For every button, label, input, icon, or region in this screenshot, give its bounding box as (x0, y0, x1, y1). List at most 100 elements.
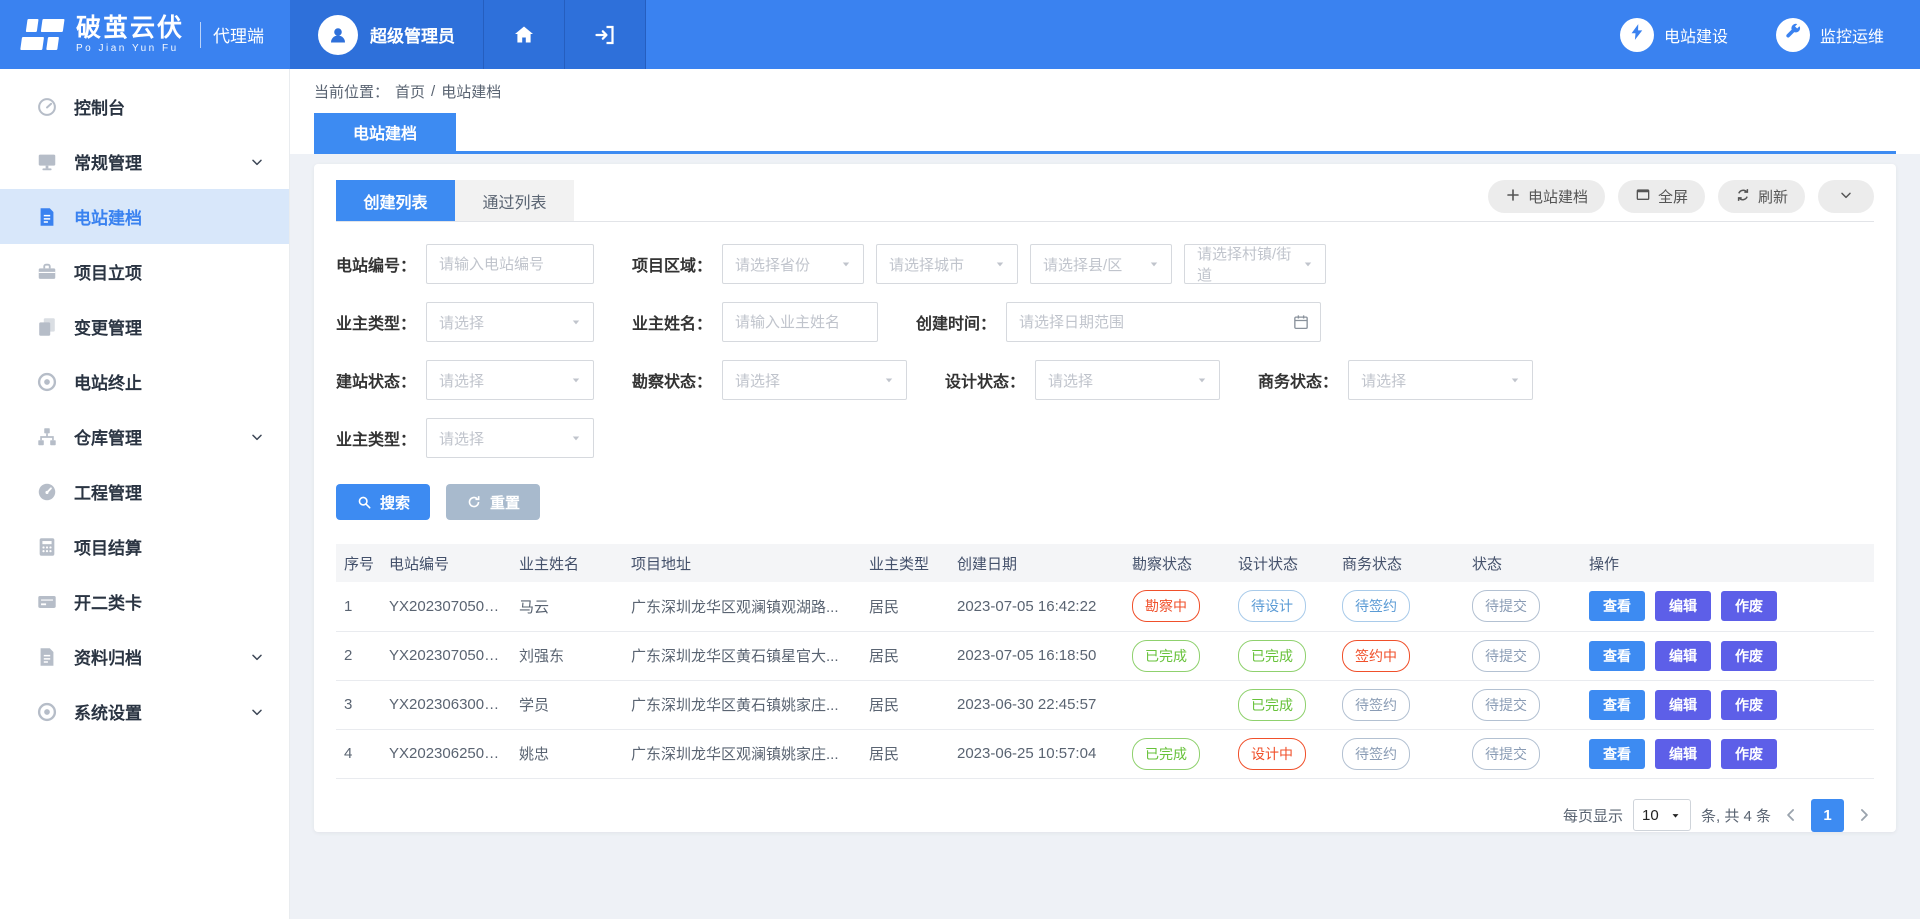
sidebar-item-warehouse-management[interactable]: 仓库管理 (0, 409, 289, 464)
filter-controls: 请选择省份请选择城市请选择县/区请选择村镇/街道 (722, 244, 1326, 284)
view-button[interactable]: 查看 (1589, 739, 1645, 769)
status-pill: 待签约 (1342, 590, 1410, 622)
owner-type-select-2[interactable]: 请选择 (426, 418, 594, 458)
user-section: 超级管理员 (290, 0, 646, 69)
sidebar-item-general-management[interactable]: 常规管理 (0, 134, 289, 189)
cell-owner-name: 刘强东 (511, 631, 623, 680)
column-header: 操作 (1581, 544, 1874, 582)
sidebar-item-station-filing[interactable]: 电站建档 (0, 189, 289, 244)
topnav-monitoring-ops[interactable]: 监控运维 (1776, 18, 1884, 52)
collapse-button[interactable] (1818, 180, 1874, 213)
void-button[interactable]: 作废 (1721, 641, 1777, 671)
status-pill: 待签约 (1342, 738, 1410, 770)
business-status-select[interactable]: 请选择 (1348, 360, 1533, 400)
created-range-input[interactable] (1007, 314, 1320, 331)
breadcrumb-current: 电站建档 (441, 81, 501, 102)
status-pill: 已完成 (1238, 689, 1306, 721)
home-button[interactable] (484, 0, 565, 69)
owner-name-input[interactable] (723, 314, 877, 331)
briefcase-icon (36, 261, 58, 283)
search-button[interactable]: 搜索 (336, 484, 430, 520)
topnav-station-construction[interactable]: 电站建设 (1620, 18, 1728, 52)
gauge-icon (36, 481, 58, 503)
county-select[interactable]: 请选择县/区 (1030, 244, 1172, 284)
build-status-select[interactable]: 请选择 (426, 360, 594, 400)
cell-business-status: 待签约 (1334, 582, 1464, 631)
cell-owner-type: 居民 (861, 680, 949, 729)
sidebar-item-console[interactable]: 控制台 (0, 79, 289, 134)
void-button[interactable]: 作废 (1721, 591, 1777, 621)
breadcrumb-separator: / (431, 83, 435, 100)
reset-button[interactable]: 重置 (446, 484, 540, 520)
cell-created-date: 2023-06-30 22:45:57 (949, 680, 1124, 729)
status-pill: 待提交 (1472, 590, 1540, 622)
prev-page-button[interactable] (1781, 805, 1801, 825)
logout-icon (593, 23, 617, 47)
page-size-value: 10 (1642, 807, 1659, 824)
sidebar-item-project-settlement[interactable]: 项目结算 (0, 519, 289, 574)
logout-button[interactable] (565, 0, 646, 69)
caret-down-icon (1195, 373, 1209, 387)
cell-station-code: YX2023070500010 (381, 631, 511, 680)
sidebar-item-system-settings[interactable]: 系统设置 (0, 684, 289, 739)
next-page-button[interactable] (1854, 805, 1874, 825)
main-content: 当前位置： 首页 / 电站建档 电站建档 创建列表通过列表 电站建档全屏刷新 电… (290, 69, 1920, 919)
sidebar-item-label: 控制台 (74, 94, 125, 119)
owner-type-select[interactable]: 请选择 (426, 302, 594, 342)
calendar-icon (1292, 313, 1310, 331)
cell-index: 2 (336, 631, 381, 680)
sidebar-item-type2-card[interactable]: 开二类卡 (0, 574, 289, 629)
cell-actions: 查看编辑作废 (1581, 680, 1874, 729)
void-button[interactable]: 作废 (1721, 739, 1777, 769)
owner-type-select-placeholder: 请选择 (439, 312, 484, 333)
view-button[interactable]: 查看 (1589, 641, 1645, 671)
survey-status-select[interactable]: 请选择 (722, 360, 907, 400)
breadcrumb: 当前位置： 首页 / 电站建档 (314, 69, 1896, 113)
filter-field: 勘察状态：请选择 (632, 360, 907, 400)
page-size-select[interactable]: 10 (1633, 799, 1691, 831)
owner-name-input-wrap (722, 302, 878, 342)
edit-button[interactable]: 编辑 (1655, 739, 1711, 769)
sidebar-item-change-management[interactable]: 变更管理 (0, 299, 289, 354)
fullscreen-button[interactable]: 全屏 (1618, 180, 1705, 213)
logo-icon (18, 16, 66, 54)
province-select[interactable]: 请选择省份 (722, 244, 864, 284)
sidebar-item-station-termination[interactable]: 电站终止 (0, 354, 289, 409)
user-menu[interactable]: 超级管理员 (290, 0, 484, 69)
dashboard-icon (36, 96, 58, 118)
page-header: 当前位置： 首页 / 电站建档 电站建档 (290, 69, 1920, 154)
cell-design-status: 待设计 (1230, 582, 1334, 631)
filter-label: 项目区域： (632, 252, 712, 276)
add-station-filing-button[interactable]: 电站建档 (1488, 180, 1605, 213)
cell-actions: 查看编辑作废 (1581, 631, 1874, 680)
refresh-button[interactable]: 刷新 (1718, 180, 1805, 213)
table-row: 1YX2023070500011马云广东深圳龙华区观澜镇观湖路...居民2023… (336, 582, 1874, 631)
edit-button[interactable]: 编辑 (1655, 690, 1711, 720)
page-tab-station-filing[interactable]: 电站建档 (314, 113, 456, 151)
edit-button[interactable]: 编辑 (1655, 591, 1711, 621)
status-pill: 待提交 (1472, 738, 1540, 770)
design-status-select[interactable]: 请选择 (1035, 360, 1220, 400)
search-icon (356, 494, 372, 510)
chevron-down-icon (249, 429, 265, 445)
city-select[interactable]: 请选择城市 (876, 244, 1018, 284)
status-pill: 签约中 (1342, 640, 1410, 672)
brand-title: 破茧云伏 (76, 15, 184, 41)
user-avatar (318, 15, 358, 55)
cell-index: 4 (336, 729, 381, 778)
view-button[interactable]: 查看 (1589, 591, 1645, 621)
current-page-button[interactable]: 1 (1811, 799, 1844, 832)
station-code-input[interactable] (427, 256, 593, 273)
sidebar-item-archive[interactable]: 资料归档 (0, 629, 289, 684)
breadcrumb-home[interactable]: 首页 (395, 81, 425, 102)
village-select[interactable]: 请选择村镇/街道 (1184, 244, 1326, 284)
panel-tabs-row: 创建列表通过列表 电站建档全屏刷新 (336, 180, 1874, 222)
monitoring-ops-circle (1776, 18, 1810, 52)
edit-button[interactable]: 编辑 (1655, 641, 1711, 671)
void-button[interactable]: 作废 (1721, 690, 1777, 720)
tab-passed-list[interactable]: 通过列表 (455, 180, 574, 221)
sidebar-item-engineering-management[interactable]: 工程管理 (0, 464, 289, 519)
view-button[interactable]: 查看 (1589, 690, 1645, 720)
tab-create-list[interactable]: 创建列表 (336, 180, 455, 221)
sidebar-item-project-initiation[interactable]: 项目立项 (0, 244, 289, 299)
